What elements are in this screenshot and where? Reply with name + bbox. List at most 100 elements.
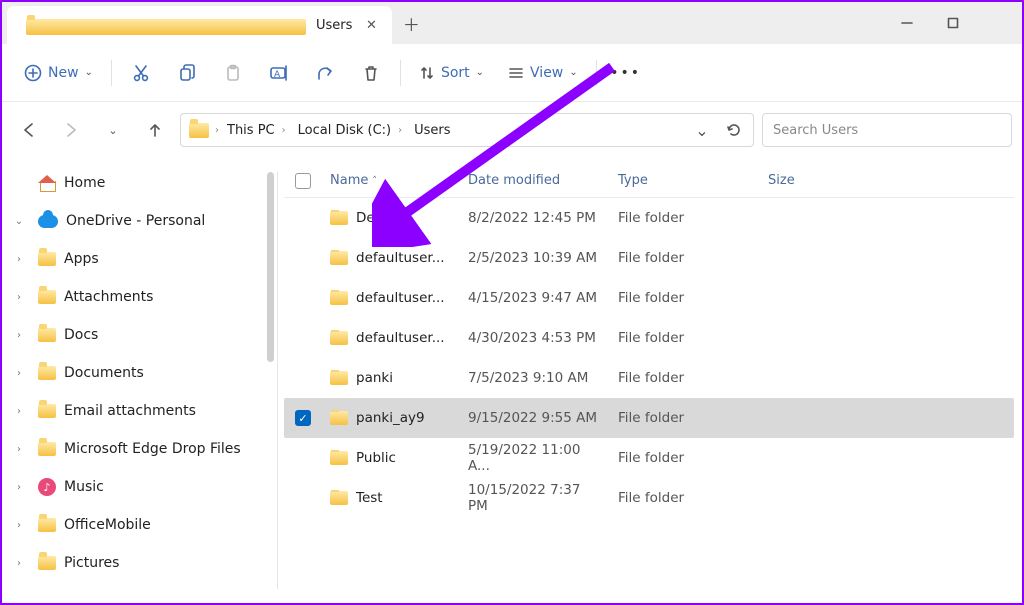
table-row[interactable]: ✓panki_ay99/15/2022 9:55 AMFile folder: [284, 398, 1014, 438]
sidebar-item[interactable]: ›Email attachments: [2, 392, 278, 430]
view-icon: [508, 65, 524, 81]
sidebar-item[interactable]: ›Docs: [2, 316, 278, 354]
chevron-right-icon[interactable]: ›: [12, 254, 26, 265]
sidebar-item[interactable]: ›Documents: [2, 354, 278, 392]
search-placeholder: Search Users: [773, 123, 858, 138]
header-date[interactable]: Date modified: [460, 173, 610, 188]
cut-button[interactable]: [118, 53, 164, 93]
chevron-down-icon: ⌄: [476, 67, 484, 78]
copy-icon: [178, 64, 196, 82]
folder-icon: [26, 19, 306, 35]
select-all-checkbox[interactable]: [284, 173, 322, 189]
recent-button[interactable]: ⌄: [96, 113, 130, 147]
folder-icon: [330, 371, 348, 385]
folder-icon: [38, 252, 56, 266]
file-list: Name ˄ Date modified Type Size Default8/…: [278, 158, 1022, 603]
table-row[interactable]: defaultuser...4/30/2023 4:53 PMFile fold…: [284, 318, 1014, 358]
sort-button[interactable]: Sort ⌄: [407, 53, 496, 93]
paste-icon: [224, 64, 242, 82]
more-button[interactable]: •••: [603, 53, 649, 93]
column-headers: Name ˄ Date modified Type Size: [284, 164, 1014, 198]
header-type[interactable]: Type: [610, 173, 760, 188]
music-icon: ♪: [38, 478, 56, 496]
table-row[interactable]: Test10/15/2022 7:37 PMFile folder: [284, 478, 1014, 518]
copy-button[interactable]: [164, 53, 210, 93]
table-row[interactable]: Default8/2/2022 12:45 PMFile folder: [284, 198, 1014, 238]
folder-icon: [330, 451, 348, 465]
view-label: View: [530, 65, 563, 81]
new-tab-button[interactable]: ＋: [392, 2, 430, 44]
cloud-icon: [38, 215, 58, 228]
toolbar: New ⌄ A Sort ⌄ View ⌄ •••: [2, 44, 1022, 102]
crumb-users[interactable]: Users: [412, 123, 452, 138]
share-button[interactable]: [302, 53, 348, 93]
folder-icon: [330, 211, 348, 225]
chevron-right-icon[interactable]: ›: [12, 330, 26, 341]
up-button[interactable]: [138, 113, 172, 147]
maximize-button[interactable]: [930, 2, 976, 44]
sort-icon: [419, 65, 435, 81]
view-button[interactable]: View ⌄: [496, 53, 590, 93]
rename-button[interactable]: A: [256, 53, 302, 93]
delete-button[interactable]: [348, 53, 394, 93]
folder-icon: [330, 251, 348, 265]
new-label: New: [48, 65, 79, 81]
header-name[interactable]: Name ˄: [322, 173, 460, 188]
chevron-right-icon[interactable]: ›: [12, 444, 26, 455]
chevron-right-icon[interactable]: ›: [12, 368, 26, 379]
close-tab-button[interactable]: ✕: [362, 16, 380, 34]
folder-icon: [330, 291, 348, 305]
navigation-pane: › Home ⌄ OneDrive - Personal ›Apps›Attac…: [2, 158, 278, 603]
sidebar-item[interactable]: ›OfficeMobile: [2, 506, 278, 544]
sidebar-item[interactable]: ›♪Music: [2, 468, 278, 506]
chevron-right-icon[interactable]: ›: [12, 558, 26, 569]
cut-icon: [132, 64, 150, 82]
folder-icon: [330, 491, 348, 505]
folder-icon: [38, 518, 56, 532]
sidebar-item[interactable]: ›Microsoft Edge Drop Files: [2, 430, 278, 468]
sidebar-item[interactable]: ›Apps: [2, 240, 278, 278]
table-row[interactable]: defaultuser...4/15/2023 9:47 AMFile fold…: [284, 278, 1014, 318]
minimize-button[interactable]: [884, 2, 930, 44]
plus-circle-icon: [24, 64, 42, 82]
scrollbar[interactable]: [267, 172, 274, 362]
back-button[interactable]: [12, 113, 46, 147]
tab-title: Users: [316, 18, 352, 33]
chevron-right-icon[interactable]: ›: [12, 406, 26, 417]
forward-button[interactable]: [54, 113, 88, 147]
title-bar: Users ✕ ＋: [2, 2, 1022, 44]
sidebar-item[interactable]: ›Pictures: [2, 544, 278, 582]
table-row[interactable]: Public5/19/2022 11:00 A...File folder: [284, 438, 1014, 478]
header-size[interactable]: Size: [760, 173, 1014, 188]
folder-icon: [38, 442, 56, 456]
folder-icon: [38, 328, 56, 342]
chevron-right-icon[interactable]: ›: [12, 482, 26, 493]
sidebar-item[interactable]: ›Attachments: [2, 278, 278, 316]
row-checkbox[interactable]: ✓: [295, 410, 311, 426]
crumb-this-pc[interactable]: This PC›: [225, 123, 290, 138]
sidebar-item-home[interactable]: › Home: [2, 164, 278, 202]
trash-icon: [362, 64, 380, 82]
search-input[interactable]: Search Users: [762, 113, 1012, 147]
breadcrumb[interactable]: › This PC› Local Disk (C:)› Users ⌄: [180, 113, 754, 147]
refresh-button[interactable]: [721, 117, 747, 143]
sidebar-item-onedrive[interactable]: ⌄ OneDrive - Personal: [2, 202, 278, 240]
table-row[interactable]: defaultuser...2/5/2023 10:39 AMFile fold…: [284, 238, 1014, 278]
chevron-right-icon[interactable]: ›: [12, 520, 26, 531]
folder-icon: [38, 290, 56, 304]
breadcrumb-dropdown[interactable]: ⌄: [689, 117, 715, 143]
crumb-local-disk[interactable]: Local Disk (C:)›: [296, 123, 406, 138]
tab-users[interactable]: Users ✕: [7, 6, 392, 44]
table-row[interactable]: panki7/5/2023 9:10 AMFile folder: [284, 358, 1014, 398]
chevron-down-icon[interactable]: ⌄: [12, 216, 26, 227]
chevron-down-icon: ⌄: [569, 67, 577, 78]
address-row: ⌄ › This PC› Local Disk (C:)› Users ⌄ Se…: [2, 102, 1022, 158]
folder-icon: [38, 556, 56, 570]
new-button[interactable]: New ⌄: [12, 53, 105, 93]
window-controls: [884, 2, 1022, 44]
svg-text:A: A: [274, 70, 281, 80]
chevron-right-icon[interactable]: ›: [12, 292, 26, 303]
paste-button[interactable]: [210, 53, 256, 93]
folder-icon: [330, 331, 348, 345]
rename-icon: A: [269, 64, 289, 82]
